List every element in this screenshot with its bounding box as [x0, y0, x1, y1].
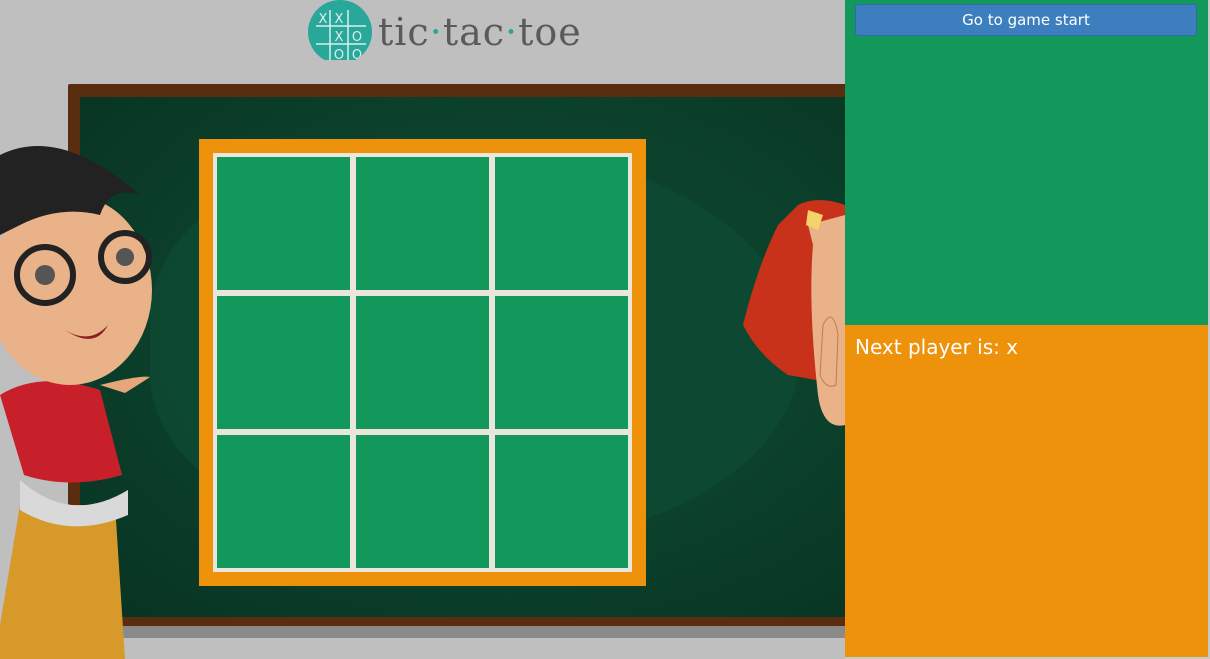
board-cell-9[interactable]	[495, 435, 628, 568]
logo-word: tic	[378, 10, 430, 54]
move-history-panel: Go to game start	[845, 0, 1208, 325]
logo-mark: X	[335, 12, 344, 27]
logo-badge-icon: X X X O O O	[308, 0, 372, 63]
board-cell-5[interactable]	[356, 296, 489, 429]
board-cell-2[interactable]	[356, 157, 489, 290]
logo-mark: O	[352, 48, 362, 63]
go-to-game-start-button[interactable]: Go to game start	[855, 4, 1197, 36]
logo-dot: ·	[429, 10, 443, 54]
logo-word: toe	[518, 10, 582, 54]
girl-character-illustration	[743, 200, 845, 426]
board-cell-7[interactable]	[217, 435, 350, 568]
board-cell-8[interactable]	[356, 435, 489, 568]
logo-title: tic·tac·toe	[378, 10, 582, 54]
chalkboard-tray	[68, 626, 845, 638]
next-player-status: Next player is: x	[855, 335, 1019, 359]
board-cell-1[interactable]	[217, 157, 350, 290]
boy-character-illustration	[0, 146, 152, 659]
logo-word: tac	[442, 10, 506, 54]
logo-mark: X	[335, 30, 344, 45]
board-cell-6[interactable]	[495, 296, 628, 429]
logo-mark: O	[334, 48, 344, 63]
logo-mark: X	[319, 12, 328, 27]
logo-mark: O	[352, 30, 362, 45]
board-cell-4[interactable]	[217, 296, 350, 429]
board-grid	[213, 153, 632, 572]
logo-dot: ·	[505, 10, 519, 54]
side-panel: Go to game start Next player is: x	[845, 0, 1210, 659]
tic-tac-toe-board	[199, 139, 646, 586]
board-cell-3[interactable]	[495, 157, 628, 290]
status-panel: Next player is: x	[845, 325, 1208, 657]
game-stage: X X X O O O tic·tac·toe	[0, 0, 845, 659]
logo: X X X O O O tic·tac·toe	[308, 0, 582, 63]
